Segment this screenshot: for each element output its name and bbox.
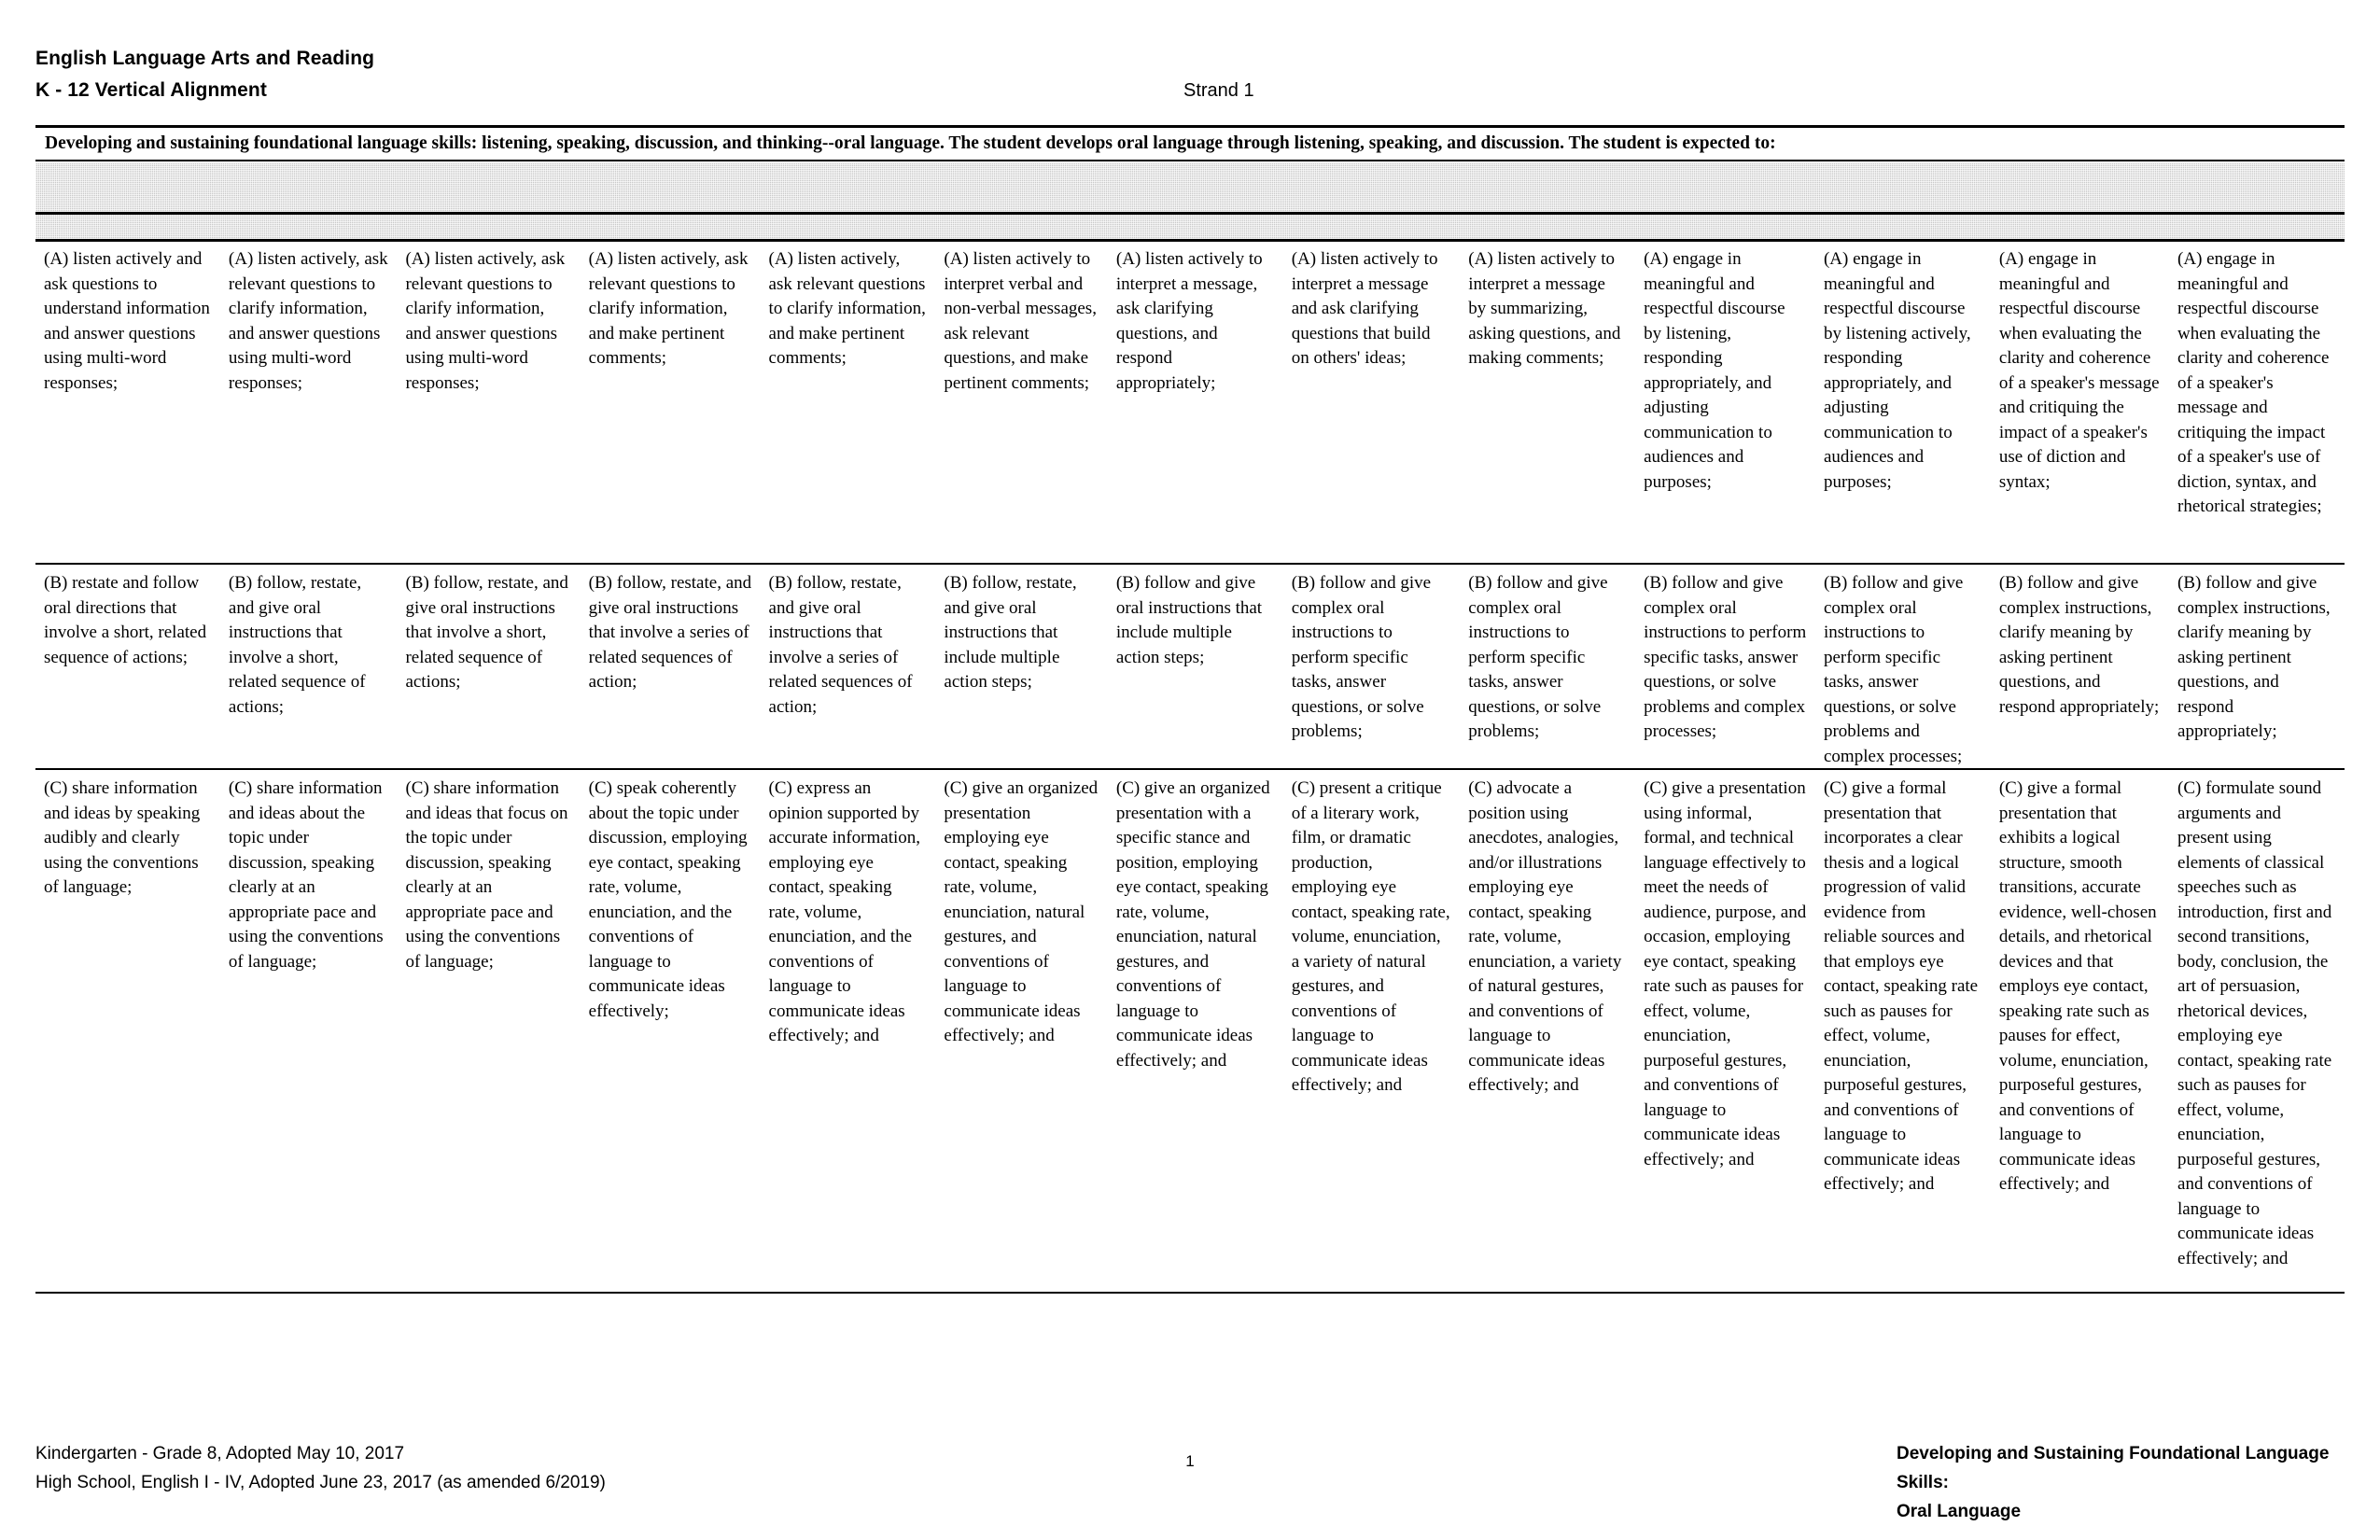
table-cell: (A) listen actively, ask relevant questi…: [588, 249, 749, 368]
table-cell: (C) give a presentation using informal, …: [1644, 778, 1807, 1169]
grade-header-band-lower: [35, 215, 2345, 239]
table-cell: (B) follow, restate, and give oral instr…: [944, 573, 1077, 692]
table-cell: (A) engage in meaningful and respectful …: [1644, 249, 1785, 492]
footer-strand-title-line2: Oral Language: [1897, 1502, 2022, 1521]
table-cell: (A) listen actively to interpret a messa…: [1291, 249, 1438, 368]
table-cell: (C) give an organized presentation emplo…: [944, 778, 1099, 1045]
table-cell: (A) listen actively to interpret a messa…: [1468, 249, 1621, 368]
table-cell: (B) follow, restate, and give oral instr…: [228, 573, 366, 717]
table-cell: (A) listen actively, ask relevant questi…: [405, 249, 566, 393]
table-cell: (A) listen actively to interpret a messa…: [1115, 249, 1263, 393]
row-divider: [35, 563, 2345, 565]
table-top-rule: [35, 125, 2345, 128]
table-cell: (C) give an organized presentation with …: [1115, 778, 1270, 1071]
table-cell: (C) share information and ideas that foc…: [405, 778, 568, 972]
grade-header-band-upper: [35, 163, 2345, 212]
table-cell: (B) follow and give oral instructions th…: [1115, 573, 1263, 667]
table-cell: (B) restate and follow oral directions t…: [44, 573, 207, 667]
document-page: English Language Arts and Reading K - 12…: [0, 0, 2380, 1540]
table-cell: (A) engage in meaningful and respectful …: [1998, 249, 2160, 492]
table-cell: (B) follow, restate, and give oral instr…: [768, 573, 913, 717]
table-cell: (C) give a formal presentation that exhi…: [1998, 778, 2157, 1194]
table-row: (B) restate and follow oral directions t…: [35, 566, 2345, 773]
table-cell: (A) engage in meaningful and respectful …: [2177, 249, 2330, 516]
strand-description-rule: [35, 160, 2345, 161]
table-cell: (C) advocate a position using anecdotes,…: [1468, 778, 1622, 1095]
footer-strand-title-line1: Developing and Sustaining Foundational L…: [1897, 1444, 2330, 1492]
table-row: (C) share information and ideas by speak…: [35, 771, 2345, 1275]
table-cell: (B) follow, restate, and give oral instr…: [588, 573, 752, 692]
table-cell: (C) present a critique of a literary wor…: [1291, 778, 1450, 1095]
table-cell: (C) share information and ideas about th…: [228, 778, 384, 972]
table-row: (A) listen actively and ask questions to…: [35, 242, 2345, 524]
table-cell: (B) follow and give complex instructions…: [2177, 573, 2331, 741]
strand-description: Developing and sustaining foundational l…: [45, 133, 1776, 153]
table-cell: (B) follow and give complex oral instruc…: [1823, 573, 1964, 766]
table-cell: (B) follow and give complex oral instruc…: [1644, 573, 1807, 741]
table-bottom-rule: [35, 1292, 2345, 1294]
table-cell: (B) follow, restate, and give oral instr…: [405, 573, 568, 692]
table-cell: (B) follow and give complex oral instruc…: [1468, 573, 1608, 741]
table-cell: (A) listen actively and ask questions to…: [44, 249, 210, 393]
table-cell: (A) listen actively, ask relevant questi…: [768, 249, 926, 368]
page-title: English Language Arts and Reading: [35, 48, 375, 69]
table-cell: (B) follow and give complex oral instruc…: [1291, 573, 1432, 741]
table-cell: (C) speak coherently about the topic und…: [588, 778, 748, 1021]
table-cell: (A) listen actively, ask relevant questi…: [228, 249, 388, 393]
table-cell: (A) engage in meaningful and respectful …: [1823, 249, 1971, 492]
document-header: English Language Arts and Reading K - 12…: [35, 45, 2345, 119]
row-divider: [35, 768, 2345, 770]
table-cell: (C) formulate sound arguments and presen…: [2177, 778, 2332, 1268]
footer-adoption-hs: High School, English I - IV, Adopted Jun…: [35, 1473, 606, 1492]
table-cell: (A) listen actively to interpret verbal …: [944, 249, 1097, 393]
table-cell: (C) share information and ideas by speak…: [44, 778, 201, 897]
strand-label: Strand 1: [1183, 80, 1254, 101]
table-cell: (C) give a formal presentation that inco…: [1823, 778, 1979, 1194]
footer-right: Developing and Sustaining Foundational L…: [1897, 1439, 2345, 1526]
table-cell: (B) follow and give complex instructions…: [1998, 573, 2160, 717]
table-cell: (C) express an opinion supported by accu…: [768, 778, 921, 1045]
